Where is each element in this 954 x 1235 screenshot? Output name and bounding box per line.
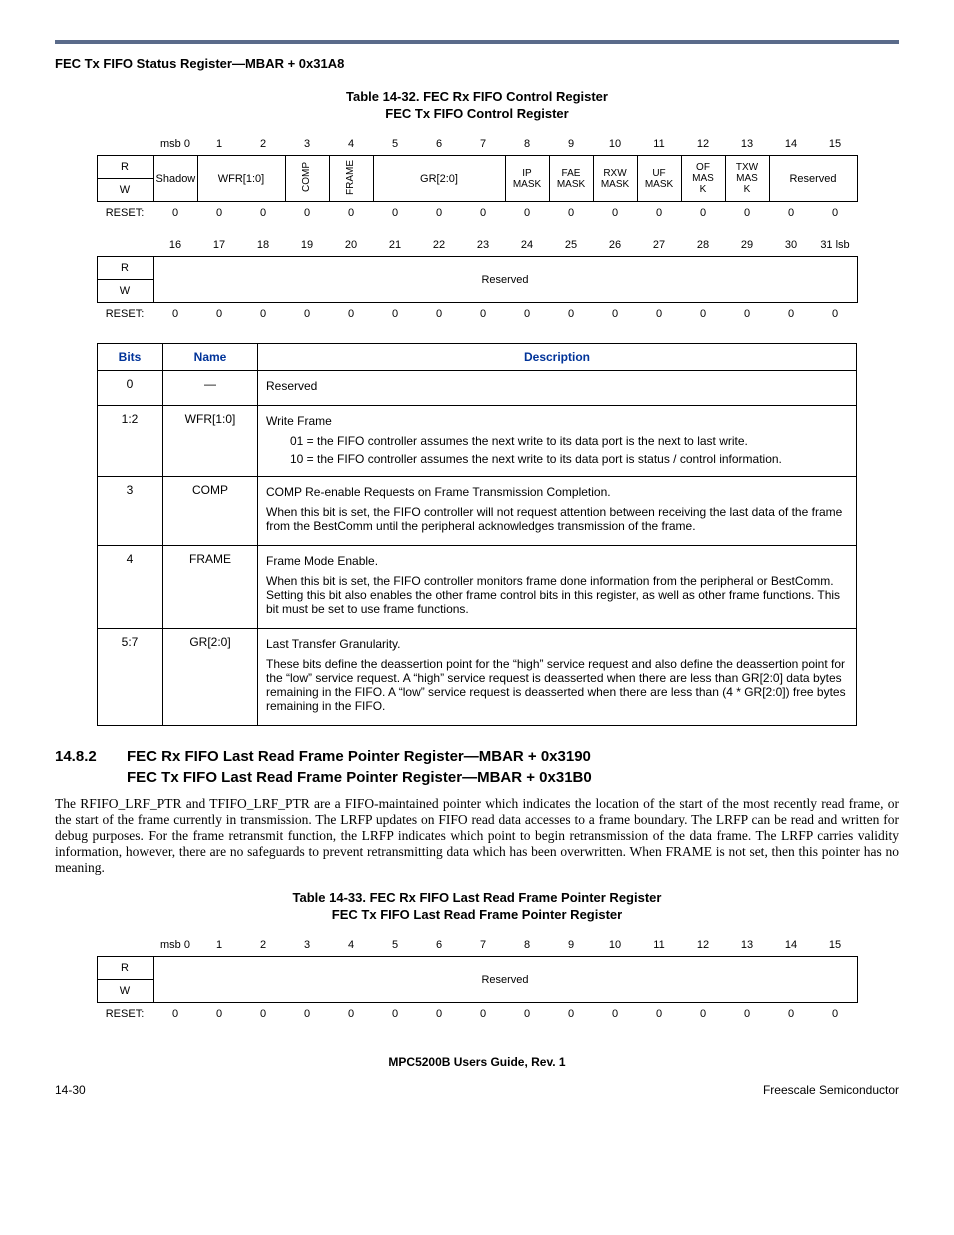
field-gr: GR[2:0] [373, 156, 505, 202]
desc-header-bits: Bits [98, 344, 163, 371]
register-table-32-upper: msb 0123 4567 891011 12131415 R Shadow W… [97, 133, 858, 224]
footer-row: 14-30 Freescale Semiconductor [55, 1083, 899, 1097]
table-row: 4FRAMEFrame Mode Enable.When this bit is… [98, 546, 857, 629]
field-reserved-lower: Reserved [153, 257, 857, 303]
field-frame: FRAME [329, 156, 373, 202]
reset-row-33: RESET: 0000 0000 0000 0000 [97, 1003, 857, 1026]
table33-caption: Table 14-33. FEC Rx FIFO Last Read Frame… [55, 890, 899, 905]
field-ipmask: IP MASK [505, 156, 549, 202]
field-ofmask: OF MAS K [681, 156, 725, 202]
register-table-33: msb 0123 4567 891011 12131415 R Reserved… [97, 934, 858, 1025]
cell-description: Reserved [258, 371, 857, 406]
reset-row-upper: RESET: 0000 0000 0000 0000 [97, 202, 857, 225]
cell-description: Write Frame01 = the FIFO controller assu… [258, 406, 857, 477]
section-title-line2: FEC Tx FIFO Last Read Frame Pointer Regi… [127, 769, 899, 786]
description-table: Bits Name Description 0—Reserved1:2WFR[1… [97, 343, 857, 726]
cell-name: — [163, 371, 258, 406]
section-body: The RFIFO_LRF_PTR and TFIFO_LRF_PTR are … [55, 796, 899, 876]
footer-left: 14-30 [55, 1083, 86, 1097]
cell-name: FRAME [163, 546, 258, 629]
cell-name: COMP [163, 477, 258, 546]
row-label-r-lower: R [97, 257, 153, 280]
table33-subcaption: FEC Tx FIFO Last Read Frame Pointer Regi… [55, 907, 899, 922]
row-label-r: R [97, 156, 153, 179]
desc-header-description: Description [258, 344, 857, 371]
field-reserved-upper: Reserved [769, 156, 857, 202]
field-comp: COMP [285, 156, 329, 202]
cell-name: WFR[1:0] [163, 406, 258, 477]
cell-bits: 5:7 [98, 629, 163, 726]
field-reserved-33: Reserved [153, 957, 857, 1003]
table-row: 3COMPCOMP Re-enable Requests on Frame Tr… [98, 477, 857, 546]
desc-header-name: Name [163, 344, 258, 371]
bit-numbers-row-33: msb 0123 4567 891011 12131415 [97, 934, 857, 957]
bit-numbers-row: msb 0123 4567 891011 12131415 [97, 133, 857, 156]
row-label-r-33: R [97, 957, 153, 980]
cell-description: Last Transfer Granularity.These bits def… [258, 629, 857, 726]
field-faemask: FAE MASK [549, 156, 593, 202]
table-row: 1:2WFR[1:0]Write Frame01 = the FIFO cont… [98, 406, 857, 477]
row-label-w-lower: W [97, 280, 153, 303]
cell-bits: 0 [98, 371, 163, 406]
cell-bits: 1:2 [98, 406, 163, 477]
section-title-line1: FEC Rx FIFO Last Read Frame Pointer Regi… [127, 748, 591, 765]
cell-description: COMP Re-enable Requests on Frame Transmi… [258, 477, 857, 546]
section-heading: 14.8.2FEC Rx FIFO Last Read Frame Pointe… [55, 748, 899, 765]
field-wfr: WFR[1:0] [197, 156, 285, 202]
reset-row-lower: RESET: 0000 0000 0000 0000 [97, 303, 857, 326]
row-label-w: W [97, 179, 153, 202]
bit-numbers-row-lower: 16171819 20212223 24252627 28293031 lsb [97, 234, 857, 257]
field-ufmask: UF MASK [637, 156, 681, 202]
footer-right: Freescale Semiconductor [763, 1083, 899, 1097]
table-row: 5:7GR[2:0]Last Transfer Granularity.Thes… [98, 629, 857, 726]
table32-caption: Table 14-32. FEC Rx FIFO Control Registe… [55, 89, 899, 104]
top-accent-bar [55, 40, 899, 44]
table32-subcaption: FEC Tx FIFO Control Register [55, 106, 899, 121]
cell-description: Frame Mode Enable.When this bit is set, … [258, 546, 857, 629]
field-shadow: Shadow [153, 156, 197, 202]
row-label-w-33: W [97, 980, 153, 1003]
cell-bits: 3 [98, 477, 163, 546]
section-number: 14.8.2 [55, 748, 127, 765]
field-rxwmask: RXW MASK [593, 156, 637, 202]
field-txwmask: TXW MAS K [725, 156, 769, 202]
cell-bits: 4 [98, 546, 163, 629]
page-header: FEC Tx FIFO Status Register—MBAR + 0x31A… [55, 56, 899, 71]
table-row: 0—Reserved [98, 371, 857, 406]
cell-name: GR[2:0] [163, 629, 258, 726]
register-table-32-lower: 16171819 20212223 24252627 28293031 lsb … [97, 234, 858, 325]
footer-center: MPC5200B Users Guide, Rev. 1 [55, 1055, 899, 1069]
